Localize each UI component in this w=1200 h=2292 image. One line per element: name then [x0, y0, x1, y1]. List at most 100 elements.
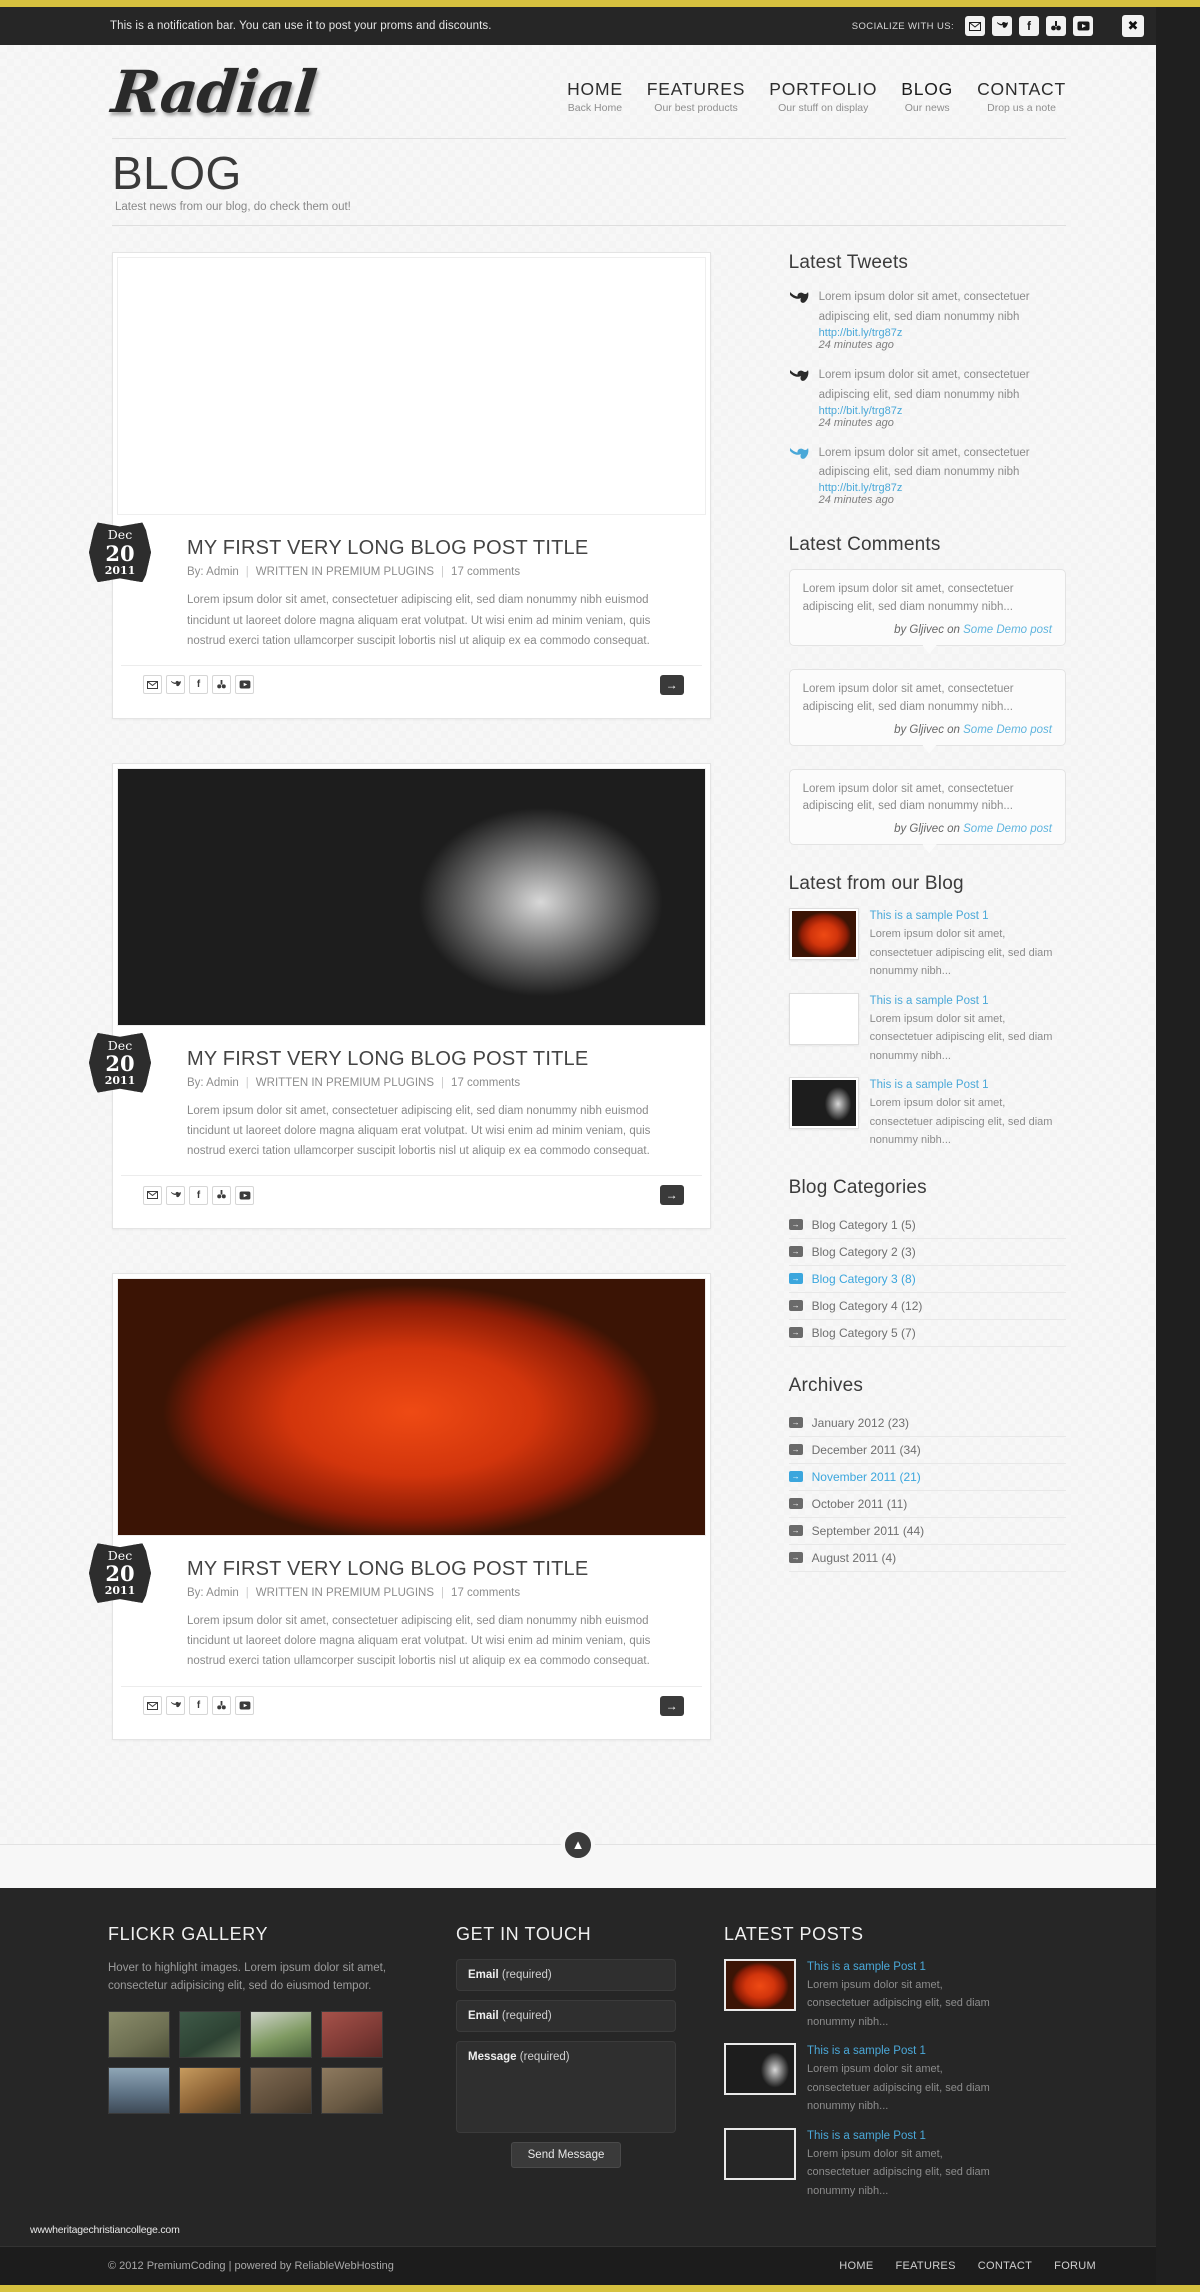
twitter-icon[interactable] — [992, 16, 1012, 36]
nav-item-portfolio[interactable]: PORTFOLIO Our stuff on display — [769, 79, 877, 114]
archive-item[interactable]: → October 2011 (11) — [788, 1491, 1066, 1518]
facebook-icon[interactable]: f — [189, 1185, 208, 1205]
flickr-thumb[interactable] — [108, 2011, 170, 2059]
facebook-icon[interactable]: f — [189, 1696, 208, 1716]
message-field[interactable]: Message (required) — [456, 2040, 676, 2133]
tweet-link[interactable]: http://bit.ly/trg87z — [819, 327, 1066, 339]
field-label: Email — [468, 1968, 499, 1981]
nav-item-blog[interactable]: BLOG Our news — [901, 79, 953, 114]
comment-post-link[interactable]: Some Demo post — [963, 624, 1052, 636]
comment-author: by Gljivec on — [894, 823, 960, 836]
category-item[interactable]: → Blog Category 3 (8) — [788, 1266, 1066, 1293]
post-comments[interactable]: 17 comments — [451, 1077, 520, 1089]
nav-item-contact[interactable]: CONTACT Drop us a note — [977, 79, 1066, 114]
mini-post-title[interactable]: This is a sample Post 1 — [870, 908, 1066, 924]
flickr-icon[interactable] — [1046, 16, 1066, 36]
flickr-thumb[interactable] — [250, 2067, 312, 2115]
post-comments[interactable]: 17 comments — [451, 1587, 520, 1599]
footer-nav-features[interactable]: FEATURES — [895, 2260, 955, 2272]
tweet-link[interactable]: http://bit.ly/trg87z — [819, 405, 1066, 417]
mail-icon[interactable] — [143, 1185, 162, 1205]
youtube-icon[interactable] — [1073, 16, 1093, 36]
category-item[interactable]: → Blog Category 4 (12) — [788, 1293, 1066, 1320]
mail-icon[interactable] — [965, 16, 985, 36]
footer-post-item[interactable]: This is a sample Post 1 Lorem ipsum dolo… — [724, 2127, 994, 2200]
facebook-icon[interactable]: f — [1019, 16, 1039, 36]
archive-item[interactable]: → September 2011 (44) — [788, 1518, 1066, 1545]
mini-post-thumbnail — [788, 1077, 859, 1130]
flickr-thumb[interactable] — [321, 2011, 383, 2059]
send-message-button[interactable]: Send Message — [510, 2141, 622, 2168]
flickr-thumb[interactable] — [108, 2067, 170, 2115]
mini-post-title[interactable]: This is a sample Post 1 — [870, 1077, 1066, 1093]
twitter-icon[interactable] — [166, 1185, 185, 1205]
footer-nav-contact[interactable]: CONTACT — [978, 2260, 1032, 2272]
footer-post-title[interactable]: This is a sample Post 1 — [807, 2043, 994, 2059]
share-row: f — [143, 1185, 254, 1205]
scroll-top-arrow-icon[interactable]: ▲ — [561, 1827, 595, 1862]
footer-post-title[interactable]: This is a sample Post 1 — [807, 1959, 994, 1975]
footer-post-title[interactable]: This is a sample Post 1 — [807, 2128, 994, 2144]
comment-post-link[interactable]: Some Demo post — [963, 823, 1052, 835]
read-more-arrow-icon[interactable]: → — [659, 1185, 684, 1206]
twitter-icon[interactable] — [166, 1696, 185, 1716]
flickr-thumb[interactable] — [179, 2011, 241, 2059]
mini-post-title[interactable]: This is a sample Post 1 — [870, 993, 1066, 1009]
flickr-thumb[interactable] — [250, 2011, 312, 2059]
post-thumbnail[interactable] — [117, 257, 706, 516]
read-more-arrow-icon[interactable]: → — [659, 1695, 684, 1716]
post-title[interactable]: MY FIRST VERY LONG BLOG POST TITLE — [187, 537, 684, 560]
category-item[interactable]: → Blog Category 2 (3) — [788, 1239, 1066, 1266]
tweet-link[interactable]: http://bit.ly/trg87z — [819, 482, 1066, 494]
archive-item[interactable]: → January 2012 (23) — [788, 1410, 1066, 1437]
comment-post-link[interactable]: Some Demo post — [963, 724, 1052, 736]
youtube-icon[interactable] — [235, 1185, 254, 1205]
post-thumbnail[interactable] — [117, 767, 706, 1026]
facebook-icon[interactable]: f — [189, 675, 208, 695]
email-confirm-field[interactable]: Email (required) — [456, 1999, 676, 2032]
youtube-icon[interactable] — [235, 675, 254, 695]
nav-item-home[interactable]: HOME Back Home — [567, 79, 623, 114]
footer-post-item[interactable]: This is a sample Post 1 Lorem ipsum dolo… — [724, 1958, 994, 2031]
flickr-icon[interactable] — [212, 1696, 231, 1716]
site-logo[interactable]: Radial — [108, 58, 318, 126]
mail-icon[interactable] — [143, 675, 162, 695]
tweet-body: Lorem ipsum dolor sit amet, consectetuer… — [819, 287, 1066, 351]
post-thumbnail[interactable] — [117, 1278, 706, 1537]
mini-post-item[interactable]: This is a sample Post 1 Lorem ipsum dolo… — [788, 992, 1066, 1065]
flickr-icon[interactable] — [212, 1185, 231, 1205]
read-more-arrow-icon[interactable]: → — [659, 674, 684, 695]
post-comments[interactable]: 17 comments — [451, 566, 520, 578]
category-item[interactable]: → Blog Category 5 (7) — [788, 1320, 1066, 1347]
latest-posts-heading: LATEST POSTS — [724, 1923, 864, 1944]
post-category[interactable]: WRITTEN IN PREMIUM PLUGINS — [256, 1077, 434, 1089]
blog-post: Dec 20 2011 MY FIRST VERY LONG BLOG POST… — [89, 1273, 711, 1740]
youtube-icon[interactable] — [235, 1696, 254, 1716]
twitter-icon[interactable] — [166, 675, 185, 695]
footer-nav-home[interactable]: HOME — [839, 2260, 873, 2272]
flickr-thumb[interactable] — [321, 2067, 383, 2115]
sidebar: Latest Tweets Lorem ipsum dolor sit amet… — [788, 252, 1066, 1600]
post-category[interactable]: WRITTEN IN PREMIUM PLUGINS — [256, 566, 434, 578]
post-title[interactable]: MY FIRST VERY LONG BLOG POST TITLE — [187, 1048, 684, 1071]
close-icon[interactable]: ✖ — [1122, 15, 1144, 37]
flickr-icon[interactable] — [212, 675, 231, 695]
nav-item-features[interactable]: FEATURES Our best products — [647, 79, 745, 114]
blog-categories-heading: Blog Categories — [788, 1176, 927, 1198]
category-item[interactable]: → Blog Category 1 (5) — [788, 1212, 1066, 1239]
archive-item[interactable]: → November 2011 (21) — [788, 1464, 1066, 1491]
email-field[interactable]: Email (required) — [456, 1958, 676, 1991]
archive-item[interactable]: → December 2011 (34) — [788, 1437, 1066, 1464]
post-category[interactable]: WRITTEN IN PREMIUM PLUGINS — [256, 1587, 434, 1599]
post-title[interactable]: MY FIRST VERY LONG BLOG POST TITLE — [187, 1558, 684, 1581]
footer-post-item[interactable]: This is a sample Post 1 Lorem ipsum dolo… — [724, 2043, 994, 2115]
mini-post-item[interactable]: This is a sample Post 1 Lorem ipsum dolo… — [788, 1077, 1066, 1149]
blog-post: Dec 20 2011 MY FIRST VERY LONG BLOG POST… — [89, 252, 711, 719]
archive-item[interactable]: → August 2011 (4) — [788, 1545, 1066, 1572]
mini-post-body: This is a sample Post 1 Lorem ipsum dolo… — [870, 993, 1066, 1065]
mail-icon[interactable] — [143, 1696, 162, 1716]
category-label: Blog Category 1 (5) — [811, 1217, 916, 1232]
mini-post-item[interactable]: This is a sample Post 1 Lorem ipsum dolo… — [788, 908, 1066, 980]
footer-nav-forum[interactable]: FORUM — [1054, 2260, 1096, 2272]
flickr-thumb[interactable] — [179, 2067, 241, 2115]
